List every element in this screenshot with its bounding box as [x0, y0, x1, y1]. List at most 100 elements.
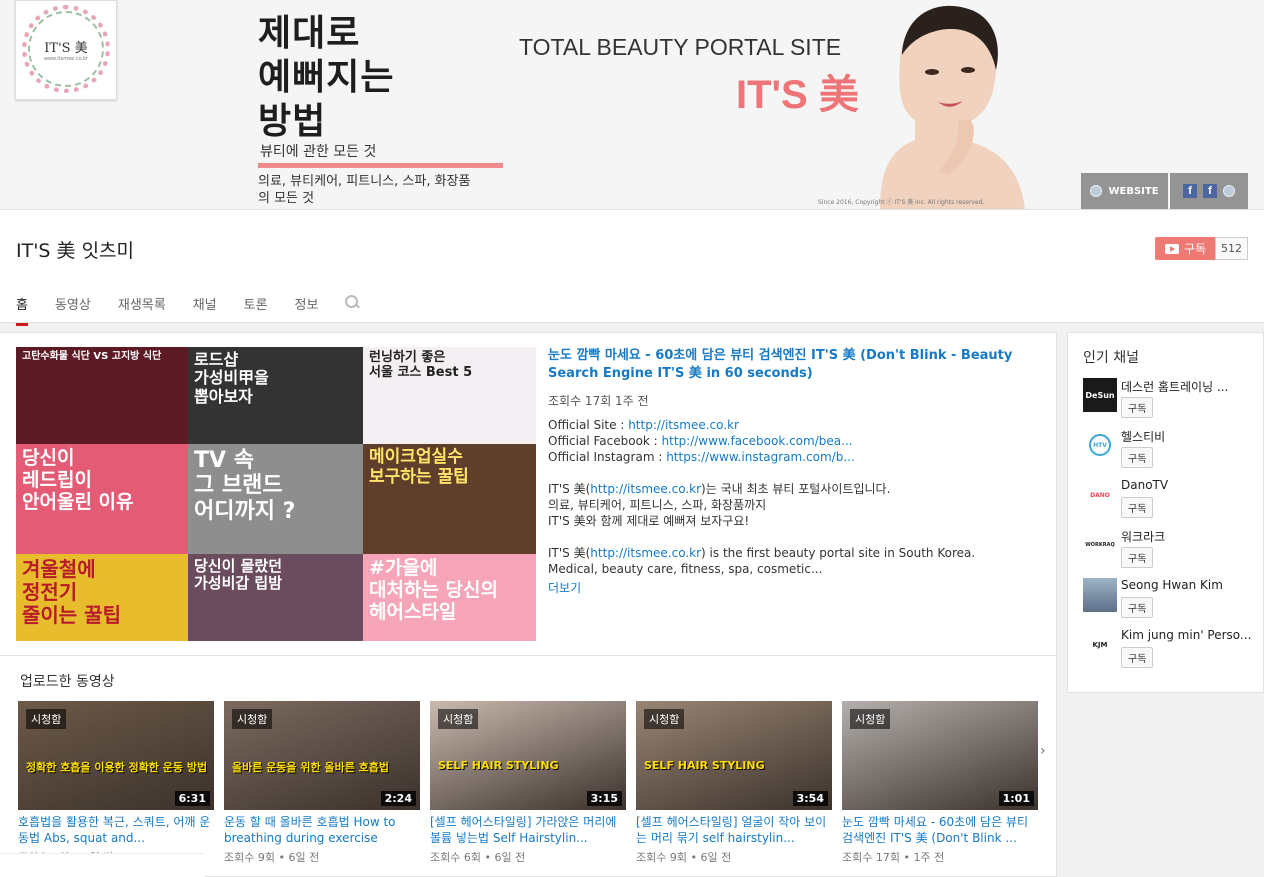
subscribe-button[interactable]: 구독: [1121, 397, 1154, 418]
description-link[interactable]: http://itsmee.co.kr: [590, 482, 701, 496]
subscribe-button[interactable]: 구독: [1121, 597, 1154, 618]
uploads-shelf: 시청함 정확한 호흡을 이용한 정확한 운동 방법 6:31 호흡법을 활용한 …: [18, 701, 1038, 865]
thumb-tile-text: 레드립이: [22, 468, 92, 491]
featured-video-thumbnail[interactable]: 고탄수화물 식단 VS 고지방 식단 로드샵 가성비甲을 뽑아보자 런닝하기 좋은 서…: [16, 347, 536, 641]
show-more-link[interactable]: 더보기: [548, 579, 1018, 596]
channel-name[interactable]: Kim jung min' Perso...: [1121, 628, 1263, 642]
banner-subline: 뷰티에 관한 모든 것: [260, 144, 377, 160]
description-text: )는 국내 최초 뷰티 포털사이트입니다.: [701, 482, 891, 496]
channel-title: IT'S 美 잇츠미: [16, 240, 135, 262]
video-card[interactable]: 시청함 정확한 호흡을 이용한 정확한 운동 방법 6:31 호흡법을 활용한 …: [18, 701, 214, 865]
channel-item[interactable]: Seong Hwan Kim 구독: [1083, 578, 1263, 620]
description-line: IT'S 美와 함께 제대로 예뻐져 보자구요!: [548, 514, 750, 528]
banner-copyright: Since 2016, Copyright ⓒ IT'S 美 inc. All …: [818, 199, 985, 206]
watched-badge: 시청함: [26, 709, 67, 729]
video-card[interactable]: 시청함 SELF HAIR STYLING 3:15 [셀프 헤어스타일링] 가…: [430, 701, 626, 865]
video-meta: 조회수 6회 • 6일 전: [430, 851, 526, 864]
website-link-button[interactable]: WEBSITE: [1081, 173, 1168, 209]
watched-badge: 시청함: [232, 709, 273, 729]
video-card[interactable]: 시청함 SELF HAIR STYLING 3:54 [셀프 헤어스타일링] 얼…: [636, 701, 832, 865]
channel-item[interactable]: KJM Kim jung min' Perso... 구독: [1083, 628, 1263, 670]
thumb-tile-text: 메이크업실수: [369, 447, 463, 467]
featured-video-info: 눈도 깜빡 마세요 - 60초에 담은 뷰티 검색엔진 IT'S 美 (Don'…: [548, 347, 1018, 596]
tab-home[interactable]: 홈: [16, 294, 28, 326]
official-site-link[interactable]: http://itsmee.co.kr: [628, 418, 739, 432]
video-thumbnail[interactable]: 시청함 1:01: [842, 701, 1038, 810]
official-instagram-line: Official Instagram : https://www.instagr…: [548, 449, 1018, 465]
featured-video-meta: 조회수 17회 1주 전: [548, 394, 649, 408]
video-thumbnail[interactable]: 시청함 SELF HAIR STYLING 3:54: [636, 701, 832, 810]
search-icon[interactable]: [345, 295, 359, 309]
thumbnail-caption: SELF HAIR STYLING: [644, 759, 765, 772]
channel-avatar[interactable]: DANO: [1083, 478, 1117, 512]
channel-name[interactable]: 워크라크: [1121, 528, 1263, 545]
social-links[interactable]: f f: [1170, 173, 1248, 209]
channel-avatar[interactable]: IT'S 美 www.itsmee.co.kr: [15, 0, 117, 100]
video-thumbnail[interactable]: 시청함 SELF HAIR STYLING 3:15: [430, 701, 626, 810]
chevron-right-icon[interactable]: ›: [1040, 743, 1046, 759]
thumb-tile-text: 서울 코스 Best 5: [369, 364, 473, 380]
video-duration: 3:15: [586, 791, 622, 806]
video-title[interactable]: 눈도 깜빡 마세요 - 60초에 담은 뷰티 검색엔진 IT'S 美 (Don'…: [842, 814, 1038, 846]
video-title[interactable]: 호흡법을 활용한 복근, 스쿼트, 어깨 운동법 Abs, squat and.…: [18, 814, 214, 846]
description-text: ) is the first beauty portal site in Sou…: [701, 546, 976, 560]
channel-item[interactable]: HTV 헬스티비 구독: [1083, 428, 1263, 470]
channel-name[interactable]: 데스런 홈트레이닝 ...: [1121, 378, 1263, 395]
video-card[interactable]: 시청함 1:01 눈도 깜빡 마세요 - 60초에 담은 뷰티 검색엔진 IT'…: [842, 701, 1038, 865]
watched-badge: 시청함: [644, 709, 685, 729]
official-facebook-link[interactable]: http://www.facebook.com/bea...: [662, 434, 853, 448]
channel-avatar[interactable]: KJM: [1083, 628, 1117, 662]
thumb-tile-text: 가성비갑 립밤: [194, 574, 283, 593]
description-link[interactable]: http://itsmee.co.kr: [590, 546, 701, 560]
subscribe-button[interactable]: 구독: [1121, 547, 1154, 568]
facebook-icon[interactable]: f: [1183, 184, 1197, 198]
tab-playlists[interactable]: 재생목록: [118, 294, 166, 326]
thumb-tile-text: 겨울철에: [22, 557, 96, 581]
watched-badge: 시청함: [438, 709, 479, 729]
facebook-icon[interactable]: f: [1203, 184, 1217, 198]
channel-tabs: 홈 동영상 재생목록 채널 토론 정보: [16, 294, 359, 326]
video-meta: 조회수 9회 • 6일 전: [636, 851, 732, 864]
official-instagram-link[interactable]: https://www.instagram.com/b...: [666, 450, 855, 464]
subscriber-count: 512: [1215, 237, 1248, 260]
channel-item[interactable]: DANO DanoTV 구독: [1083, 478, 1263, 520]
description-line: Medical, beauty care, fitness, spa, cosm…: [548, 562, 823, 576]
thumb-tile-text: 헤어스타일: [369, 600, 457, 623]
globe-icon[interactable]: [1223, 185, 1235, 197]
channel-name[interactable]: Seong Hwan Kim: [1121, 578, 1263, 592]
video-thumbnail[interactable]: 시청함 정확한 호흡을 이용한 정확한 운동 방법 6:31: [18, 701, 214, 810]
tab-about[interactable]: 정보: [295, 294, 319, 326]
subscribe-button[interactable]: 구독: [1121, 497, 1154, 518]
video-title[interactable]: [셀프 헤어스타일링] 얼굴이 작아 보이는 머리 묶기 self hairst…: [636, 814, 832, 846]
banner-desc-line: 의 모든 것: [258, 191, 315, 206]
channel-name[interactable]: 헬스티비: [1121, 428, 1263, 445]
channel-avatar[interactable]: [1083, 578, 1117, 612]
tab-discussion[interactable]: 토론: [244, 294, 268, 326]
channel-item[interactable]: DeSun 데스런 홈트레이닝 ... 구독: [1083, 378, 1263, 420]
thumb-tile: 런닝하기 좋은 서울 코스 Best 5: [363, 347, 536, 444]
featured-video-title[interactable]: 눈도 깜빡 마세요 - 60초에 담은 뷰티 검색엔진 IT'S 美 (Don'…: [548, 347, 1018, 383]
video-title[interactable]: 운동 할 때 올바른 호흡법 How to breathing during e…: [224, 814, 420, 846]
thumb-tile-text: 당신이: [22, 447, 75, 469]
video-thumbnail[interactable]: 시청함 올바른 운동을 위한 올바른 호흡법 2:24: [224, 701, 420, 810]
tab-videos[interactable]: 동영상: [55, 294, 91, 326]
video-meta: 조회수 17회 • 1주 전: [842, 851, 945, 864]
video-card[interactable]: 시청함 올바른 운동을 위한 올바른 호흡법 2:24 운동 할 때 올바른 호…: [224, 701, 420, 865]
thumb-tile-text: 고탄수화물 식단 VS 고지방 식단: [22, 351, 162, 362]
website-label: WEBSITE: [1108, 185, 1159, 197]
subscribe-button[interactable]: 구독: [1121, 447, 1154, 468]
thumbnail-caption: 정확한 호흡을 이용한 정확한 운동 방법: [26, 761, 208, 774]
channel-avatar[interactable]: DeSun: [1083, 378, 1117, 412]
uploads-heading[interactable]: 업로드한 동영상: [20, 671, 115, 691]
subscribe-button[interactable]: 구독: [1155, 237, 1216, 260]
subscribe-button[interactable]: 구독: [1121, 647, 1154, 668]
channel-name[interactable]: DanoTV: [1121, 478, 1263, 492]
main-content: 고탄수화물 식단 VS 고지방 식단 로드샵 가성비甲을 뽑아보자 런닝하기 좋은 서…: [0, 332, 1057, 877]
video-title[interactable]: [셀프 헤어스타일링] 가라앉은 머리에 볼륨 넣는법 Self Hairsty…: [430, 814, 626, 846]
description-line: IT'S 美(http://itsmee.co.kr) is the first…: [548, 545, 1018, 561]
tab-channels[interactable]: 채널: [193, 294, 217, 326]
channel-avatar[interactable]: WORKRAQ: [1083, 528, 1117, 562]
channel-item[interactable]: WORKRAQ 워크라크 구독: [1083, 528, 1263, 570]
model-portrait-image: [880, 5, 1025, 209]
channel-avatar[interactable]: HTV: [1089, 434, 1111, 456]
